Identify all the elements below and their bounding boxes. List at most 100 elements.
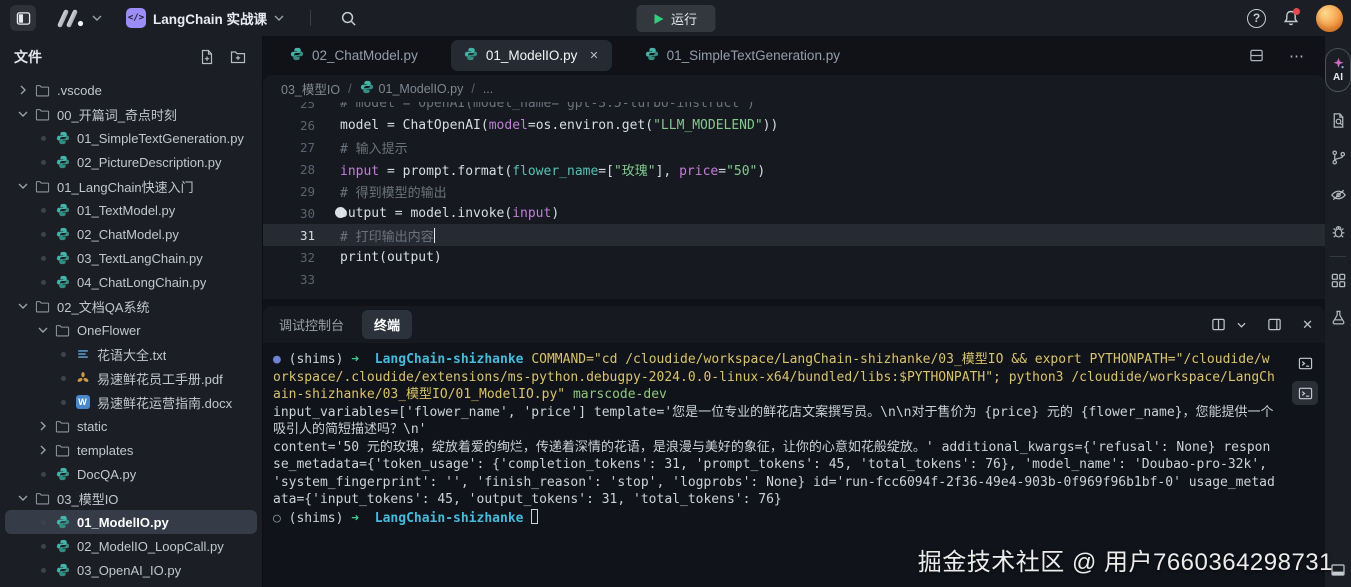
source-control-button[interactable] [1329,148,1347,166]
tab-label: 02_ChatModel.py [312,48,418,63]
notifications-button[interactable] [1280,7,1302,29]
line-number: 33 [263,272,315,287]
tree-item[interactable]: 01_TextModel.py [5,198,257,222]
tree-item[interactable]: 02_文档QA系统 [5,294,257,318]
modified-dot [34,160,52,165]
tree-item[interactable]: 00_开篇词_奇点时刻 [5,102,257,126]
panel-tab[interactable]: 调试控制台 [279,315,344,334]
explorer-actions [197,47,248,67]
tree-item[interactable]: 03_TextLangChain.py [5,246,257,270]
py-icon [54,467,71,481]
new-folder-button[interactable] [228,47,248,67]
mouse-pointer-dot [335,207,346,218]
tree-item[interactable]: W易速鲜花运营指南.docx [5,390,257,414]
breadcrumb: 03_模型IO/01_ModelIO.py/... [263,75,1325,102]
breadcrumb-separator: / [348,82,351,96]
tree-item-label: static [77,419,107,434]
maximize-panel-button[interactable] [1261,312,1287,338]
file-search-button[interactable] [1329,111,1347,129]
run-button[interactable]: 运行 [636,5,715,32]
terminal-line: content='50 元的玫瑰，绽放着爱的绚烂，传递着深情的花语，是浪漫与美好… [273,439,1277,509]
folder-icon [34,299,51,314]
tree-item[interactable]: .vscode [5,78,257,102]
py-icon [54,275,71,289]
code-line-text: print(output) [315,250,442,265]
tree-item[interactable]: OneFlower [5,318,257,342]
breadcrumb-item[interactable]: 03_模型IO [281,79,340,98]
workspace-name: LangChain 实战课 [153,8,267,28]
extensions-button[interactable] [1329,271,1347,289]
search-button[interactable] [335,5,361,31]
workspace-switcher[interactable]: </> LangChain 实战课 [126,8,284,28]
tree-item[interactable]: 03_模型IO [5,486,257,510]
editor-tab[interactable]: 01_ModelIO.py ✕ [451,40,612,71]
py-icon [290,47,304,64]
tree-item[interactable]: 01_ModelIO.py [5,510,257,534]
terminal-instance-button[interactable] [1292,351,1318,375]
tree-item[interactable]: 02_PictureDescription.py [5,150,257,174]
py-icon [645,47,659,64]
code-editor[interactable]: 25# model = OpenAI(model_name="gpt-3.5-t… [263,102,1325,299]
terminal-icon [1298,386,1313,401]
editor-tab[interactable]: 01_SimpleTextGeneration.py [632,40,853,71]
split-editor-button[interactable] [1243,43,1269,69]
close-panel-button[interactable]: ✕ [1302,317,1313,333]
chevron-down-icon [34,327,52,333]
tree-item-label: 03_OpenAI_IO.py [77,563,181,578]
editor-tab[interactable]: 02_ChatModel.py [277,40,431,71]
more-actions-button[interactable]: ⋯ [1289,47,1305,65]
terminal-instance-button[interactable] [1292,381,1318,405]
flask-icon [1330,309,1347,326]
panel-tabs: 调试控制台终端 [279,310,412,339]
tree-item-label: 02_文档QA系统 [57,297,149,316]
code-line-text: input = prompt.format(flower_name=["玫瑰"]… [315,160,765,179]
tab-label: 01_SimpleTextGeneration.py [667,48,840,63]
activity-bar-divider [1330,256,1346,257]
breadcrumb-label: 03_模型IO [281,79,340,98]
tree-item[interactable]: 04_ChatLongChain.py [5,270,257,294]
test-button[interactable] [1329,308,1347,326]
split-panel-icon [1211,317,1226,332]
tree-item[interactable]: DocQA.py [5,462,257,486]
tree-item-label: 00_开篇词_奇点时刻 [57,105,177,124]
panel-header: 调试控制台终端 ✕ [263,306,1325,343]
tree-item[interactable]: 易速鲜花员工手册.pdf [5,366,257,390]
new-file-button[interactable] [197,47,217,67]
tree-item[interactable]: 花语大全.txt [5,342,257,366]
tree-item[interactable]: 01_LangChain快速入门 [5,174,257,198]
tree-item[interactable]: 01_SimpleTextGeneration.py [5,126,257,150]
breadcrumb-item[interactable]: ... [483,82,493,96]
ai-assistant-button[interactable]: AI [1325,48,1351,92]
help-button[interactable]: ? [1247,9,1266,28]
breadcrumb-item[interactable]: 01_ModelIO.py [360,80,464,97]
notification-badge [1293,8,1300,15]
folder-icon [54,323,71,338]
tree-item[interactable]: static [5,414,257,438]
titlebar-divider [310,10,311,26]
tree-item[interactable]: 03_OpenAI_IO.py [5,558,257,582]
file-search-icon [1330,112,1347,129]
tree-item-label: 01_ModelIO.py [77,515,169,530]
tree-item-label: 易速鲜花运营指南.docx [97,393,232,412]
sidebar-toggle-button[interactable] [10,5,36,31]
tree-item[interactable]: 02_ChatModel.py [5,222,257,246]
avatar[interactable] [1316,5,1343,32]
tree-item-label: DocQA.py [77,467,136,482]
tree-item[interactable]: 02_ModelIO_LoopCall.py [5,534,257,558]
tab-label: 01_ModelIO.py [486,48,578,63]
panel-tab[interactable]: 终端 [362,310,412,339]
search-icon [340,10,357,27]
split-terminal-button[interactable] [1205,312,1231,338]
chevron-down-icon[interactable] [1237,322,1246,328]
line-number: 25 [263,102,315,111]
marscode-logo[interactable] [56,9,102,28]
workspace-icon: </> [126,8,146,28]
tree-item-label: 02_PictureDescription.py [77,155,222,170]
preview-button[interactable] [1329,185,1347,203]
file-explorer: 文件 .vscode00_开篇词_奇点时刻01_SimpleTextGenera… [0,36,263,587]
tree-item[interactable]: templates [5,438,257,462]
tab-close-icon[interactable]: ✕ [589,49,598,62]
tree-item-label: 03_TextLangChain.py [77,251,203,266]
debug-button[interactable] [1329,222,1347,240]
eye-icon [1330,186,1347,203]
